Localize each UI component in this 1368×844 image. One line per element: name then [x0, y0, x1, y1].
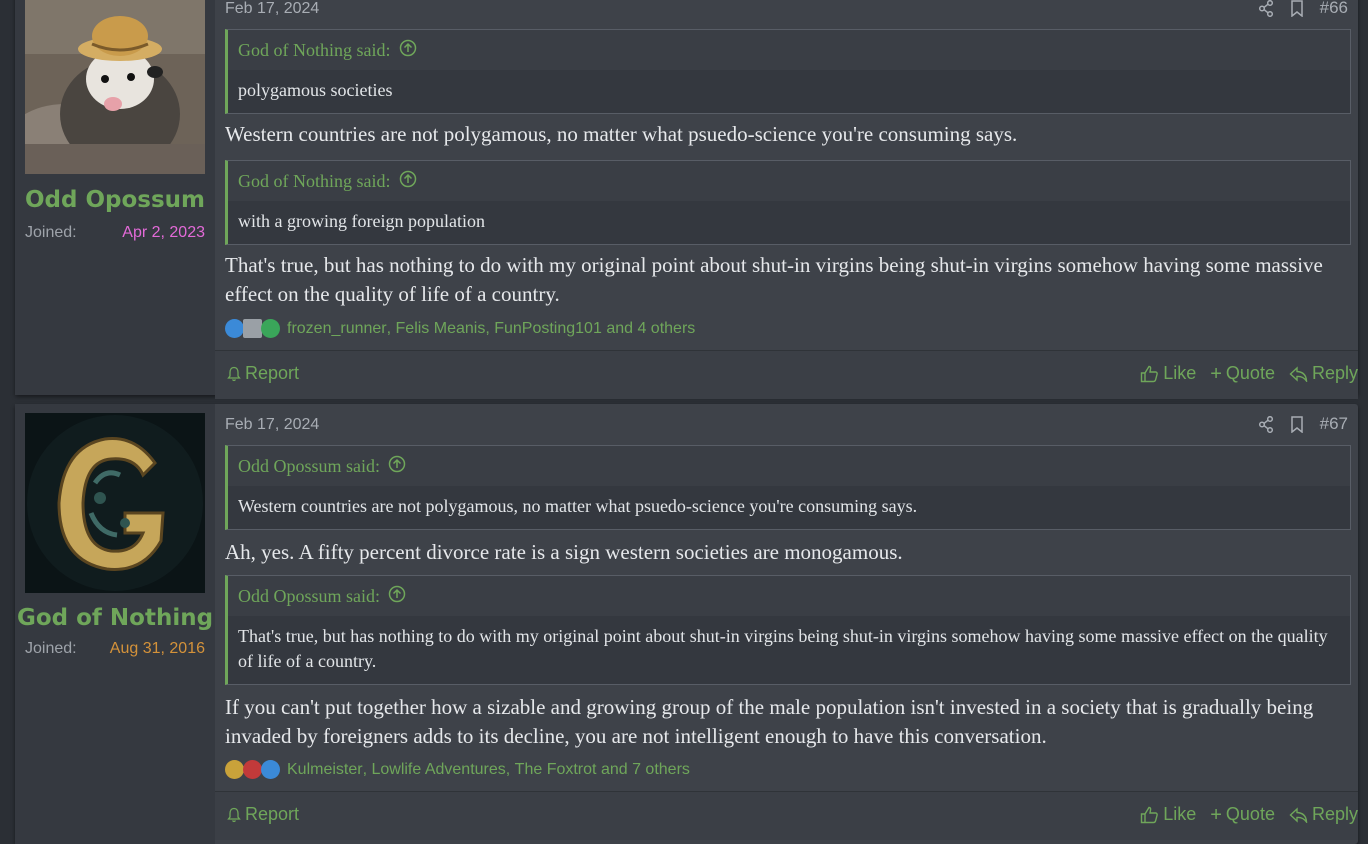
quote-button[interactable]: + Quote — [1210, 804, 1275, 825]
check-reaction-icon — [261, 319, 280, 338]
bell-icon — [227, 366, 241, 381]
quote-label: Quote — [1225, 363, 1275, 383]
reply-label: Reply — [1311, 804, 1358, 824]
arrow-up-circle-icon[interactable] — [388, 585, 406, 608]
like-reaction-icon — [261, 760, 280, 779]
reply-button[interactable]: Reply — [1289, 804, 1358, 825]
post-number[interactable]: #67 — [1320, 414, 1348, 434]
reaction-others[interactable]: and 7 others — [601, 761, 690, 779]
username[interactable]: God of Nothing — [15, 605, 215, 631]
quote-label: Quote — [1225, 804, 1275, 824]
post-paragraph: Western countries are not polygamous, no… — [225, 122, 1018, 146]
arrow-up-circle-icon[interactable] — [399, 39, 417, 62]
bookmark-icon[interactable] — [1290, 0, 1304, 17]
like-label: Like — [1163, 804, 1197, 824]
post-number[interactable]: #66 — [1320, 0, 1348, 18]
reaction-user[interactable]: Felis Meanis — [396, 320, 486, 338]
plus-icon: + — [1210, 803, 1222, 826]
quote-block: God of Nothing said: polygamous societie… — [225, 29, 1351, 114]
reaction-user[interactable]: The Foxtrot — [515, 761, 597, 779]
arrow-up-circle-icon[interactable] — [399, 170, 417, 193]
quote-block: Odd Opossum said: Western countries are … — [225, 445, 1351, 530]
quote-header[interactable]: Odd Opossum said: — [228, 446, 1350, 486]
reactions-bar[interactable]: Kulmeister, Lowlife Adventures, The Foxt… — [225, 760, 690, 779]
report-button[interactable]: Report — [227, 804, 299, 825]
quote-author[interactable]: Odd Opossum said: — [238, 456, 380, 477]
reaction-user[interactable]: FunPosting101 — [494, 320, 602, 338]
post-67: God of Nothing Joined: Aug 31, 2016 Feb … — [15, 404, 1358, 844]
reply-label: Reply — [1311, 363, 1358, 383]
like-reaction-icon — [225, 319, 244, 338]
reaction-user[interactable]: frozen_runner — [287, 320, 387, 338]
footer-actions: Like + Quote Reply — [1140, 363, 1358, 384]
post-66: Odd Opossum Joined: Apr 2, 2023 Feb 17, … — [15, 0, 1358, 399]
avatar[interactable] — [25, 0, 205, 174]
post-date[interactable]: Feb 17, 2024 — [225, 0, 319, 18]
report-label: Report — [245, 804, 300, 824]
reaction-icons — [225, 319, 280, 338]
quote-block: Odd Opossum said: That's true, but has n… — [225, 575, 1351, 685]
quote-text: polygamous societies — [238, 80, 393, 100]
post-actions: #66 — [1258, 0, 1348, 18]
plus-icon: + — [1210, 362, 1222, 385]
quote-author[interactable]: God of Nothing said: — [238, 171, 391, 192]
quote-block: God of Nothing said: with a growing fore… — [225, 160, 1351, 245]
trash-reaction-icon — [243, 319, 262, 338]
quote-header[interactable]: Odd Opossum said: — [228, 576, 1350, 616]
joined-date: Aug 31, 2016 — [109, 640, 205, 657]
like-button[interactable]: Like — [1140, 804, 1196, 825]
reaction-others[interactable]: and 4 others — [606, 320, 695, 338]
quote-text: Western countries are not polygamous, no… — [238, 496, 918, 516]
like-label: Like — [1163, 363, 1197, 383]
share-icon[interactable] — [1258, 415, 1274, 433]
footer-actions: Like + Quote Reply — [1140, 804, 1358, 825]
avatar[interactable] — [25, 413, 205, 593]
reply-icon — [1289, 806, 1308, 823]
post-paragraph: If you can't put together how a sizable … — [225, 695, 1314, 748]
thumbs-up-icon — [1141, 806, 1159, 823]
joined-label: Joined: — [25, 640, 77, 657]
reaction-user[interactable]: Kulmeister — [287, 761, 363, 779]
quote-button[interactable]: + Quote — [1210, 363, 1275, 384]
user-info: Odd Opossum Joined: Apr 2, 2023 — [15, 0, 215, 395]
report-label: Report — [245, 363, 300, 383]
reactions-bar[interactable]: frozen_runner, Felis Meanis, FunPosting1… — [225, 319, 695, 338]
joined-date: Apr 2, 2023 — [122, 224, 205, 241]
share-icon[interactable] — [1258, 0, 1274, 17]
joined-label: Joined: — [25, 224, 77, 241]
quote-text: with a growing foreign population — [238, 211, 485, 231]
bell-icon — [227, 807, 241, 822]
reaction-user[interactable]: Lowlife Adventures — [371, 761, 505, 779]
post-actions: #67 — [1258, 414, 1348, 434]
thumbs-up-icon — [1141, 365, 1159, 382]
user-info: God of Nothing Joined: Aug 31, 2016 — [15, 404, 215, 844]
quote-author[interactable]: Odd Opossum said: — [238, 586, 380, 607]
like-button[interactable]: Like — [1140, 363, 1196, 384]
bookmark-icon[interactable] — [1290, 415, 1304, 433]
post-paragraph: Ah, yes. A fifty percent divorce rate is… — [225, 540, 903, 564]
joined-row: Joined: Aug 31, 2016 — [25, 640, 205, 658]
username[interactable]: Odd Opossum — [15, 187, 215, 213]
report-button[interactable]: Report — [227, 363, 299, 384]
post-date[interactable]: Feb 17, 2024 — [225, 416, 319, 434]
quote-header[interactable]: God of Nothing said: — [228, 161, 1350, 201]
reply-button[interactable]: Reply — [1289, 363, 1358, 384]
heart-reaction-icon — [243, 760, 262, 779]
post-paragraph: That's true, but has nothing to do with … — [225, 253, 1323, 306]
medal-reaction-icon — [225, 760, 244, 779]
arrow-up-circle-icon[interactable] — [388, 455, 406, 478]
post-footer: Report Like + Quote Reply — [215, 791, 1358, 840]
quote-text: That's true, but has nothing to do with … — [238, 626, 1328, 671]
reply-icon — [1289, 365, 1308, 382]
quote-author[interactable]: God of Nothing said: — [238, 40, 391, 61]
reaction-icons — [225, 760, 280, 779]
post-footer: Report Like + Quote Reply — [215, 350, 1358, 399]
quote-header[interactable]: God of Nothing said: — [228, 30, 1350, 70]
joined-row: Joined: Apr 2, 2023 — [25, 224, 205, 242]
